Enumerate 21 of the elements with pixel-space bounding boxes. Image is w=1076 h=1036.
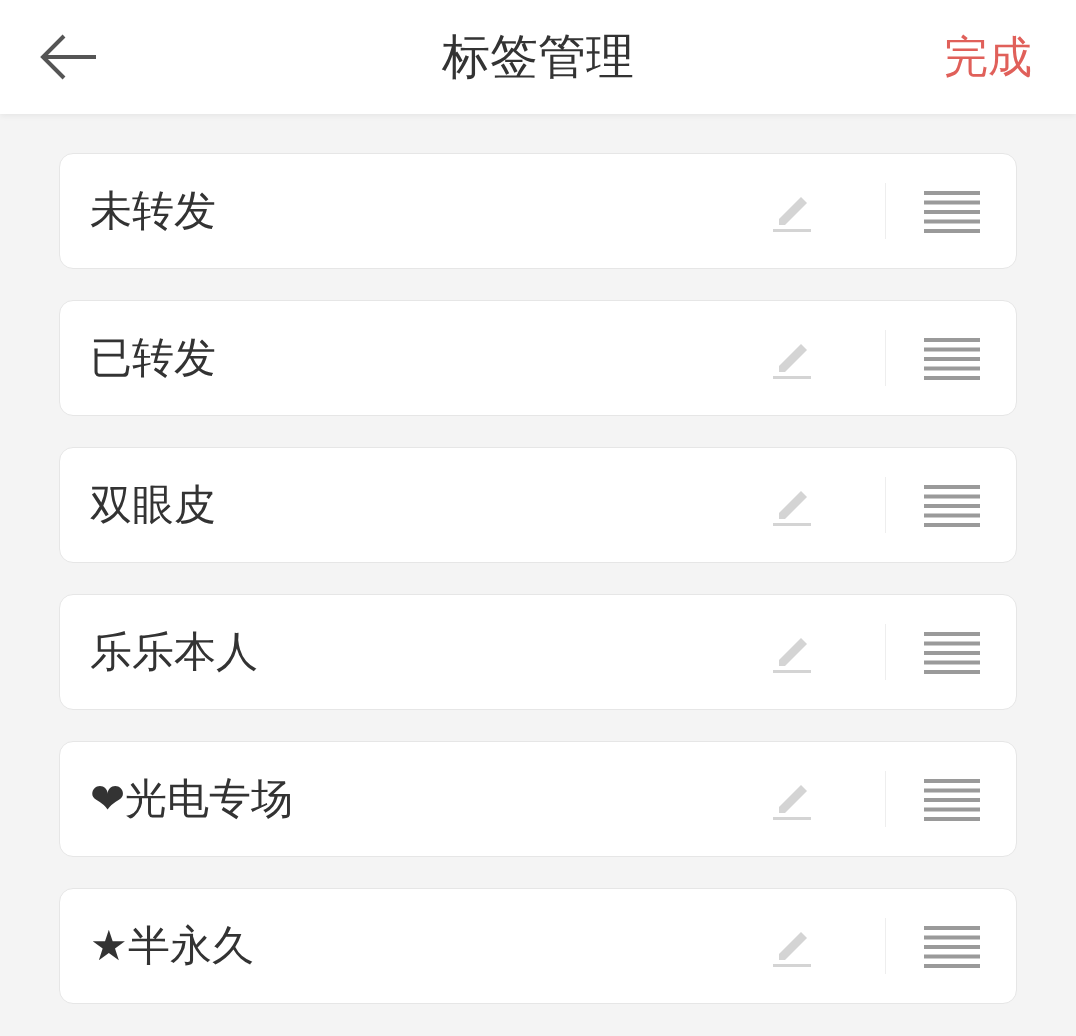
back-arrow-icon bbox=[40, 34, 98, 80]
drag-handle[interactable] bbox=[924, 189, 980, 233]
menu-icon bbox=[924, 336, 980, 380]
tag-label: 已转发 bbox=[90, 332, 217, 384]
tag-label: 未转发 bbox=[90, 185, 217, 237]
drag-handle[interactable] bbox=[924, 483, 980, 527]
tag-label: ★半永久 bbox=[90, 920, 255, 972]
menu-icon bbox=[924, 189, 980, 233]
drag-handle[interactable] bbox=[924, 924, 980, 968]
menu-icon bbox=[924, 630, 980, 674]
done-button[interactable]: 完成 bbox=[944, 27, 1032, 87]
menu-icon bbox=[924, 483, 980, 527]
menu-icon bbox=[924, 924, 980, 968]
page-title: 标签管理 bbox=[442, 28, 634, 84]
tag-label: ❤光电专场 bbox=[90, 773, 295, 825]
drag-handle[interactable] bbox=[924, 630, 980, 674]
menu-icon bbox=[924, 777, 980, 821]
tag-label: 双眼皮 bbox=[90, 479, 217, 531]
tag-label: 乐乐本人 bbox=[90, 626, 259, 678]
drag-handle[interactable] bbox=[924, 336, 980, 380]
drag-handle[interactable] bbox=[924, 777, 980, 821]
